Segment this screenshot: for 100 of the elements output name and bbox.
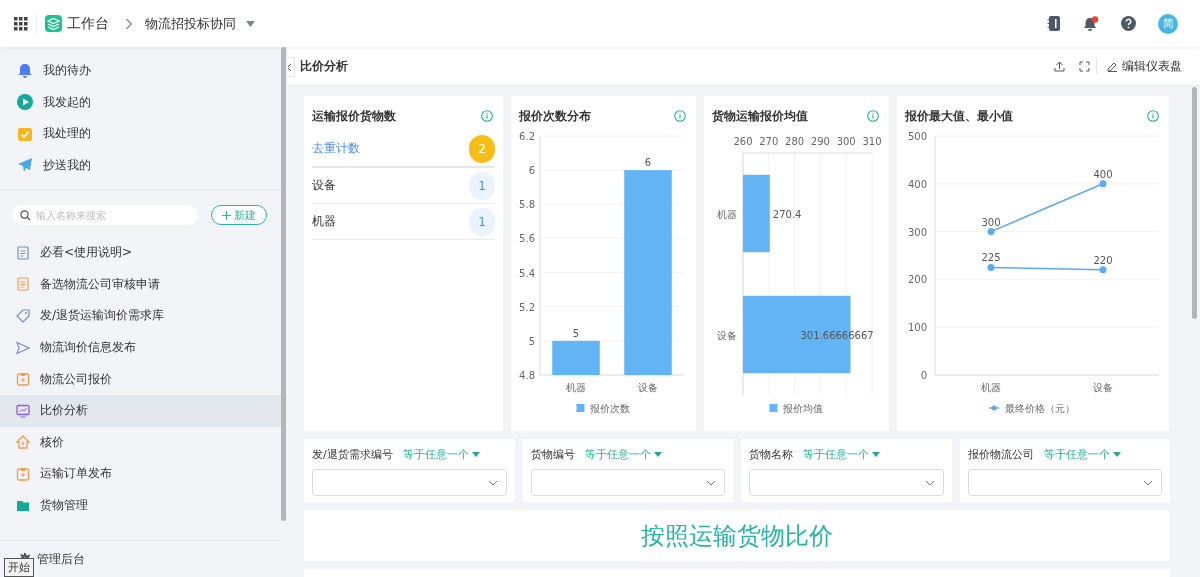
category-label: 设备 [1093,382,1113,393]
caret-down-icon [471,451,480,457]
chevron-right-icon [125,17,133,30]
data-point[interactable] [1099,266,1107,274]
admin-link[interactable]: 管理后台 [37,550,85,568]
category-label: 机器 [981,382,1001,393]
help-icon[interactable] [1121,16,1136,31]
scrollbar[interactable] [281,47,286,521]
select-field[interactable] [967,469,1162,496]
monitor-chart-icon [16,403,30,418]
category-label: 设备 [717,329,737,341]
sidebar-item[interactable]: 物流询价信息发布 [0,331,281,364]
house-icon [16,435,30,450]
send-icon [16,340,30,355]
page-scrollbar[interactable] [1192,87,1197,319]
category-label: 机器 [717,208,737,220]
sidebar-item[interactable]: 核价 [0,426,281,459]
sidebar-item[interactable]: 发/退货运输询价需求库 [0,300,281,332]
axis-tick-label: 500 [907,131,927,142]
axis-tick-label: 5.4 [519,267,535,279]
legend-line-icon [988,405,1000,411]
legend-label[interactable]: 报价次数 [589,403,630,414]
notification-bell-icon[interactable] [1083,15,1099,32]
data-label: 270.4 [772,208,802,220]
filter-label: 报价物流公司 [967,446,1034,462]
info-icon[interactable] [481,110,493,122]
paper-plane-icon [17,157,33,174]
upload-icon[interactable] [1054,60,1065,72]
chevron-down-icon [1143,479,1153,486]
data-label: 5 [572,327,580,339]
chevron-down-icon [706,479,716,486]
count-badge: 2 [469,134,495,163]
count-badge: 1 [469,171,495,200]
select-field[interactable] [530,469,725,496]
app-name[interactable]: 工作台 [67,14,109,33]
checklist-icon [17,125,33,142]
data-label: 300 [981,216,1001,228]
legend-swatch [769,404,778,412]
plus-icon [222,210,231,220]
axis-tick-label: 5 [528,335,535,347]
filter-label: 发/退货需求编号 [312,446,393,462]
nav-item[interactable]: 我发起的 [43,93,91,111]
edit-dashboard-button[interactable]: 编辑仪表盘 [1107,57,1182,75]
info-icon[interactable] [674,110,686,122]
nav-item[interactable]: 我处理的 [43,125,91,143]
legend-label[interactable]: 报价均值 [782,403,823,414]
card-title: 报价次数分布 [519,107,591,125]
notebook-icon[interactable] [1047,16,1061,31]
info-icon[interactable] [1147,110,1159,122]
data-point[interactable] [987,228,995,236]
axis-tick-label: 5.8 [519,199,535,211]
axis-tick-label: 310 [862,136,882,147]
category-label: 机器 [566,382,586,393]
stack-logo-icon [45,15,62,32]
sidebar-item[interactable]: 货物管理 [0,489,281,522]
select-field[interactable] [749,469,944,496]
item-label: 设备 [312,177,336,194]
sidebar-item[interactable]: 运输订单发布 [0,458,281,490]
clipboard-icon [16,466,30,481]
caret-down-icon [1112,451,1121,457]
select-field[interactable] [312,469,507,496]
axis-tick-label: 400 [907,178,927,190]
item-label: 机器 [312,213,336,230]
app-grid-icon[interactable] [14,16,28,31]
bar[interactable] [743,174,770,253]
nav-item[interactable]: 我的待办 [43,62,91,80]
bar[interactable] [552,340,600,375]
data-label: 6 [644,157,652,169]
axis-tick-label: 5.2 [519,301,535,313]
count-badge: 1 [469,207,495,236]
caret-down-icon [872,451,880,457]
axis-tick-label: 4.8 [519,370,535,381]
data-label: 225 [981,252,1001,264]
sidebar-item[interactable]: 比价分析 [0,394,281,427]
axis-tick-label: 300 [907,226,927,238]
data-label: 400 [1093,168,1113,180]
card-title: 货物运输报价均值 [712,107,808,125]
card-title: 运输报价货物数 [312,107,396,125]
info-icon[interactable] [867,110,879,122]
section-heading: 按照运输货物比价 [641,520,833,552]
pencil-icon [1107,60,1118,72]
axis-tick-label: 270 [759,136,779,147]
legend-swatch [576,404,585,412]
document-icon [16,245,30,260]
axis-tick-label: 6.2 [519,131,535,142]
dashboard-title: 比价分析 [300,57,348,75]
data-point[interactable] [987,263,995,271]
folder-icon [16,498,30,513]
sidebar-item[interactable]: 必看<使用说明> [0,237,281,269]
sidebar-item[interactable]: 备选物流公司审核申请 [0,268,281,301]
breadcrumb-item[interactable]: 物流招投标协同 [145,14,236,33]
play-icon [17,94,33,111]
caret-down-icon[interactable] [246,20,255,27]
sidebar-item[interactable]: 物流公司报价 [0,363,281,395]
data-point[interactable] [1099,180,1107,188]
legend-label[interactable]: 最终价格（元） [1005,403,1075,414]
search-field[interactable]: 输入名称来搜索 [12,205,198,225]
fullscreen-icon[interactable] [1079,60,1090,72]
nav-item[interactable]: 抄送我的 [43,156,91,174]
axis-tick-label: 0 [920,370,927,381]
